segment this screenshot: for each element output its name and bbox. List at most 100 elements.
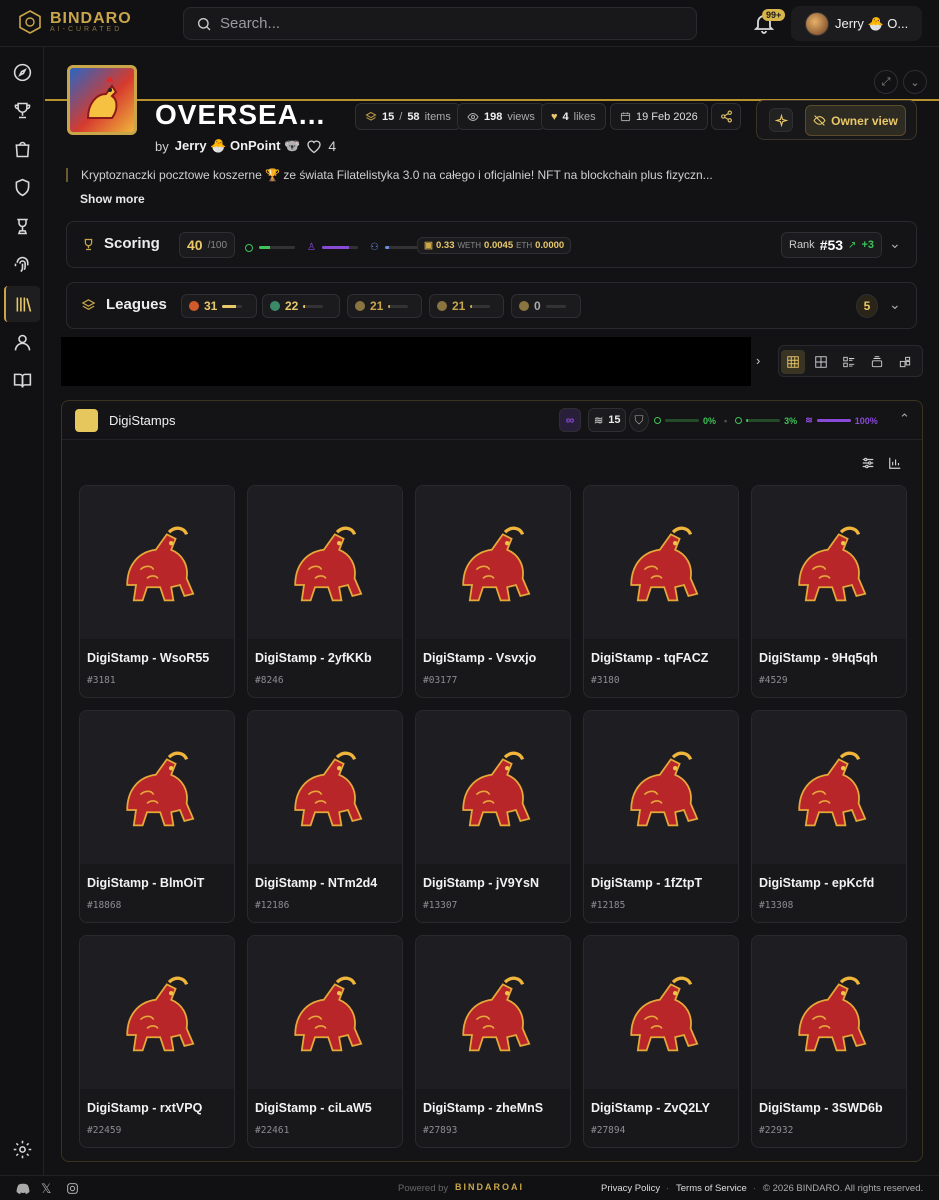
likes-pill[interactable]: ♥ 4 likes bbox=[541, 103, 606, 130]
show-more-link[interactable]: Show more bbox=[80, 192, 145, 206]
nft-card[interactable]: DigiStamp - jV9YsN #13307 bbox=[415, 710, 571, 923]
green-dot-icon bbox=[735, 417, 743, 424]
date-pill: 19 Feb 2026 bbox=[610, 103, 708, 130]
heart-icon[interactable] bbox=[306, 139, 322, 154]
nft-card[interactable]: DigiStamp - tqFACZ #3180 bbox=[583, 485, 739, 698]
eye-off-icon bbox=[813, 115, 826, 126]
rank-value: #53 bbox=[819, 237, 844, 253]
fingerprint-icon bbox=[14, 256, 29, 272]
view-grid-button[interactable] bbox=[809, 350, 833, 374]
digistamps-count-chip: ≋ 15 bbox=[588, 408, 627, 432]
league-chip[interactable]: 21 bbox=[347, 294, 422, 318]
rat-icon bbox=[248, 486, 402, 639]
bar-chart-icon[interactable] bbox=[888, 456, 902, 470]
search-input[interactable]: Search... bbox=[183, 7, 697, 40]
nft-card[interactable]: DigiStamp - ZvQ2LY #27894 bbox=[583, 935, 739, 1148]
dragon-icon bbox=[752, 711, 906, 864]
sidebar-item-identity[interactable] bbox=[11, 253, 33, 275]
nft-card[interactable]: DigiStamp - ciLaW5 #22461 bbox=[247, 935, 403, 1148]
discord-icon[interactable] bbox=[16, 1183, 30, 1195]
sidebar-item-explore[interactable] bbox=[11, 61, 33, 83]
nft-card[interactable]: DigiStamp - 1fZtpT #12185 bbox=[583, 710, 739, 923]
x-twitter-icon[interactable]: 𝕏 bbox=[41, 1181, 51, 1197]
expand-icon[interactable]: ⤢ bbox=[874, 70, 898, 94]
sidebar bbox=[0, 47, 44, 1175]
nft-card[interactable]: DigiStamp - epKcfd #13308 bbox=[751, 710, 907, 923]
owner-view-button[interactable]: Owner view bbox=[805, 105, 906, 136]
items-owned: 15 bbox=[382, 110, 395, 123]
digistamps-header[interactable]: DigiStamps ∞ ≋ 15 ⛉ 0% • 3% ≋ 100% ⌃ bbox=[62, 401, 922, 440]
card-name: DigiStamp - WsoR55 bbox=[87, 651, 210, 665]
card-name: DigiStamp - 9Hq5qh bbox=[759, 651, 878, 665]
nft-card[interactable]: DigiStamp - Vsvxjo #03177 bbox=[415, 485, 571, 698]
card-name: DigiStamp - tqFACZ bbox=[591, 651, 709, 665]
league-chip[interactable]: 22 bbox=[262, 294, 340, 318]
league-chip[interactable]: 21 bbox=[429, 294, 504, 318]
top-bar: BINDARO AI-CURATED Search... 99+ Jerry 🐣… bbox=[0, 0, 939, 47]
league-value: 22 bbox=[285, 299, 299, 313]
sidebar-item-profile[interactable] bbox=[11, 331, 33, 353]
creator-link[interactable]: Jerry 🐣 OnPoint 🐨 bbox=[175, 138, 301, 154]
chevron-up-icon[interactable]: ⌃ bbox=[899, 411, 910, 427]
leagues-panel[interactable]: Leagues 31 22 21 21 0 5 ⌄ bbox=[66, 282, 917, 329]
nft-card[interactable]: DigiStamp - rxtVPQ #22459 bbox=[79, 935, 235, 1148]
chevron-down-icon[interactable]: ⌄ bbox=[903, 70, 927, 94]
leagues-chevron-icon[interactable]: ⌄ bbox=[889, 296, 901, 313]
nft-card[interactable]: DigiStamp - BlmOiT #18868 bbox=[79, 710, 235, 923]
chevron-right-icon[interactable]: › bbox=[756, 353, 760, 368]
compass-icon bbox=[13, 63, 31, 81]
layers-purple-icon: ≋ bbox=[805, 415, 813, 425]
league-chip[interactable]: 0 bbox=[511, 294, 581, 318]
privacy-link[interactable]: Privacy Policy bbox=[601, 1183, 660, 1194]
filter-sliders-icon[interactable] bbox=[861, 456, 875, 470]
nft-card[interactable]: DigiStamp - zheMnS #27893 bbox=[415, 935, 571, 1148]
collection-title: OVERSEA... bbox=[155, 99, 326, 130]
nft-card[interactable]: DigiStamp - 3SWD6b #22932 bbox=[751, 935, 907, 1148]
nft-card[interactable]: DigiStamp - 2yfKKb #8246 bbox=[247, 485, 403, 698]
sidebar-item-shield[interactable] bbox=[11, 176, 33, 198]
sidebar-item-library[interactable] bbox=[4, 286, 40, 322]
notification-badge: 99+ bbox=[762, 9, 786, 21]
sidebar-item-docs[interactable] bbox=[11, 369, 33, 391]
mosaic-icon bbox=[899, 356, 911, 368]
terms-link[interactable]: Terms of Service bbox=[676, 1183, 747, 1194]
nft-card[interactable]: DigiStamp - 9Hq5qh #4529 bbox=[751, 485, 907, 698]
card-name: DigiStamp - jV9YsN bbox=[423, 876, 539, 890]
user-menu[interactable]: Jerry 🐣 O... bbox=[791, 6, 922, 41]
nft-card[interactable]: DigiStamp - WsoR55 #3181 bbox=[79, 485, 235, 698]
footer-brand[interactable]: BINDAROAI bbox=[455, 1182, 524, 1192]
snake-icon bbox=[248, 936, 402, 1089]
scoring-panel[interactable]: Scoring 40/100 ♙ ⚇ ▣ 0.33 WETH 0.0045 ETH … bbox=[66, 221, 917, 268]
horse-icon bbox=[752, 936, 906, 1089]
card-name: DigiStamp - 1fZtpT bbox=[591, 876, 703, 890]
league-chip[interactable]: 31 bbox=[181, 294, 257, 318]
league-badge-icon bbox=[355, 301, 365, 311]
sidebar-item-shop[interactable] bbox=[11, 138, 33, 160]
digistamps-count: 15 bbox=[608, 414, 621, 426]
creator-like-count: 4 bbox=[328, 138, 337, 154]
card-token-id: #12185 bbox=[591, 900, 626, 911]
card-name: DigiStamp - zheMnS bbox=[423, 1101, 544, 1115]
green-dot-icon bbox=[654, 417, 661, 424]
views-pill: 198 views bbox=[457, 103, 545, 130]
sidebar-item-awards[interactable] bbox=[11, 215, 33, 237]
separator: · bbox=[753, 1183, 757, 1194]
scoring-chevron-icon[interactable]: ⌄ bbox=[889, 235, 901, 252]
nft-card[interactable]: DigiStamp - NTm2d4 #12186 bbox=[247, 710, 403, 923]
link-icon[interactable]: ∞ bbox=[559, 408, 581, 432]
ox-icon bbox=[416, 486, 570, 639]
view-mosaic-button[interactable] bbox=[893, 350, 917, 374]
view-list-button[interactable] bbox=[837, 350, 861, 374]
sparkle-button[interactable] bbox=[769, 108, 793, 132]
card-name: DigiStamp - 2yfKKb bbox=[255, 651, 372, 665]
brand-logo[interactable]: BINDARO AI-CURATED bbox=[18, 10, 132, 34]
horse-icon bbox=[80, 486, 234, 639]
share-button[interactable] bbox=[711, 103, 741, 130]
stat-bar-2 bbox=[746, 419, 781, 422]
instagram-icon[interactable] bbox=[66, 1182, 79, 1195]
sidebar-item-trophy[interactable] bbox=[11, 99, 33, 121]
view-stack-button[interactable] bbox=[865, 350, 889, 374]
owner-view-label: Owner view bbox=[831, 113, 898, 128]
view-grid-large-button[interactable] bbox=[781, 350, 805, 374]
sidebar-item-settings[interactable] bbox=[11, 1138, 33, 1160]
